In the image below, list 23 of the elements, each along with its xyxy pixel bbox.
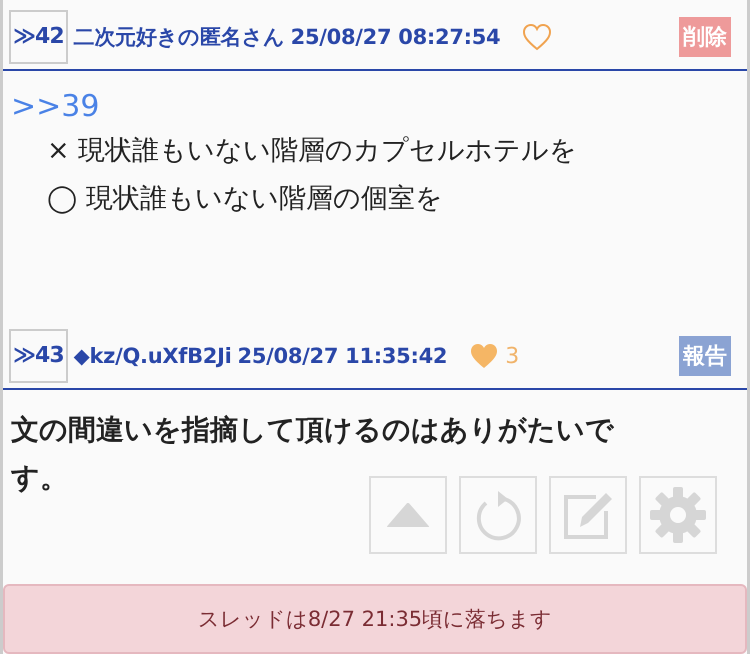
notice-banner: スレッドは8/27 21:35頃に落ちます [3,584,747,654]
post-date: 25/08/27 08:27:54 [290,25,500,49]
heart-icon[interactable] [469,342,500,370]
post-author: ◆kz/Q.uXfB2Ji [74,344,232,368]
up-button[interactable] [369,476,447,554]
like-count: 3 [505,344,520,368]
post-number[interactable]: ≫42 [9,10,68,64]
post-date: 25/08/27 11:35:42 [238,344,448,368]
post-text: ◯ 現状誰もいない階層の個室を [46,182,444,216]
settings-button[interactable] [639,476,717,554]
report-button[interactable]: 報告 [679,336,731,376]
reload-icon [474,489,522,541]
triangle-up-icon [385,503,431,527]
post-author: 二次元好きの匿名さん [74,24,285,51]
gear-icon [648,485,708,545]
reply-link[interactable]: >>39 [11,87,100,127]
edit-button[interactable] [549,476,627,554]
post-text: 文の間違いを指摘して頂けるのはありがたいです。 [11,412,615,496]
reload-button[interactable] [459,476,537,554]
heart-icon[interactable] [522,23,552,51]
post-text: × 現状誰もいない階層のカプセルホテルを [46,134,578,168]
delete-button[interactable]: 削除 [679,17,731,57]
post-number[interactable]: ≫43 [9,329,68,383]
